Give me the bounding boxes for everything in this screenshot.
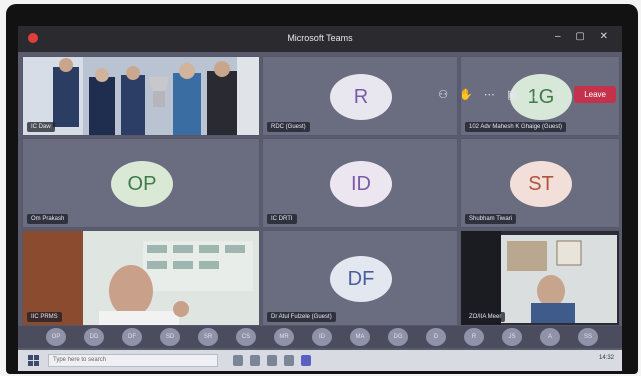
participant-mini-avatar[interactable]: JS [502, 328, 522, 346]
participant-name: Shubham Tiwari [465, 214, 517, 224]
participant-mini-avatar[interactable]: SD [160, 328, 180, 346]
participant-mini-avatar[interactable]: A [540, 328, 560, 346]
more-options-icon[interactable]: ⋯ [482, 88, 496, 102]
teams-window: Microsoft Teams – ▢ ✕ IC Daw R RDC (Guest)… [18, 26, 622, 371]
participants-strip: OP DD DF SD SR CS MR ID MA DG D R JS A SS [18, 326, 622, 348]
participant-mini-avatar[interactable]: OP [46, 328, 66, 346]
participant-mini-avatar[interactable]: SR [198, 328, 218, 346]
participant-tile[interactable]: OP Om Prakash [22, 138, 260, 228]
teams-icon[interactable] [301, 355, 311, 366]
task-view-icon[interactable] [233, 355, 243, 366]
file-explorer-icon[interactable] [267, 355, 277, 366]
participant-tile[interactable]: ST Shubham Tiwari [460, 138, 620, 228]
participant-name: IC Daw [27, 122, 55, 132]
window-controls[interactable]: – ▢ ✕ [555, 31, 614, 42]
participant-avatar: OP [111, 161, 173, 207]
title-bar: Microsoft Teams – ▢ ✕ [18, 26, 622, 52]
participant-avatar: DF [330, 256, 392, 302]
participant-tile[interactable]: IIC PRMS [22, 230, 260, 326]
participant-tile[interactable]: ID IC DRTI [262, 138, 458, 228]
window-title: Microsoft Teams [287, 33, 353, 43]
participant-mini-avatar[interactable]: MA [350, 328, 370, 346]
share-screen-icon[interactable]: ⇪ [551, 88, 565, 102]
camera-off-icon[interactable]: ▣ [505, 88, 519, 102]
video-feed [461, 231, 619, 325]
video-feed [23, 57, 259, 135]
participant-avatar: ST [510, 161, 572, 207]
taskbar-search-input[interactable]: Type here to search [48, 354, 218, 367]
edge-icon[interactable] [250, 355, 260, 366]
participant-name: Om Prakash [27, 214, 69, 224]
participant-tile[interactable]: ZO/IIA Meer [460, 230, 620, 326]
participant-avatar: R [330, 74, 392, 120]
participant-mini-avatar[interactable]: SS [578, 328, 598, 346]
windows-start-icon[interactable] [28, 355, 39, 366]
raise-hand-icon[interactable]: ✋ [459, 88, 473, 102]
participant-mini-avatar[interactable]: MR [274, 328, 294, 346]
windows-taskbar: Type here to search 14:32 [18, 350, 622, 371]
participant-mini-avatar[interactable]: DD [84, 328, 104, 346]
participant-tile[interactable]: IC Daw [22, 56, 260, 136]
participant-avatar: ID [330, 161, 392, 207]
store-icon[interactable] [284, 355, 294, 366]
people-icon[interactable]: ⚇ [436, 88, 450, 102]
participant-tile[interactable]: R RDC (Guest) [262, 56, 458, 136]
participant-mini-avatar[interactable]: R [464, 328, 484, 346]
participant-name: IC DRTI [267, 214, 297, 224]
participant-name: RDC (Guest) [267, 122, 310, 132]
participant-name: Dr Atul Fulzele (Guest) [267, 312, 336, 322]
meeting-toolbar: ⚇ ✋ ⋯ ▣ ♪ ⇪ Leave [436, 86, 616, 103]
participant-name: ZO/IIA Meer [465, 312, 506, 322]
participant-mini-avatar[interactable]: CS [236, 328, 256, 346]
participant-mini-avatar[interactable]: ID [312, 328, 332, 346]
participant-name: 102 Adv Mahesh K Ghaige (Guest) [465, 122, 567, 132]
participant-mini-avatar[interactable]: DG [388, 328, 408, 346]
leave-button[interactable]: Leave [574, 86, 616, 103]
participant-mini-avatar[interactable]: D [426, 328, 446, 346]
participant-tile[interactable]: DF Dr Atul Fulzele (Guest) [262, 230, 458, 326]
participant-name: IIC PRMS [27, 312, 62, 322]
clock: 14:32 [598, 355, 614, 361]
participant-mini-avatar[interactable]: DF [122, 328, 142, 346]
mic-off-icon[interactable]: ♪ [528, 88, 542, 102]
video-feed [23, 231, 259, 325]
